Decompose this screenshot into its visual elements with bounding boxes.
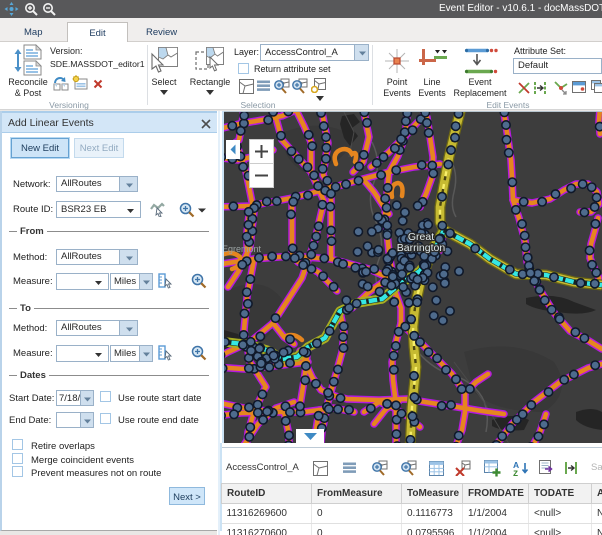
svg-text:Egremont: Egremont (224, 244, 262, 254)
svg-text:Z: Z (513, 469, 518, 477)
svg-text:Barrington: Barrington (397, 242, 446, 254)
